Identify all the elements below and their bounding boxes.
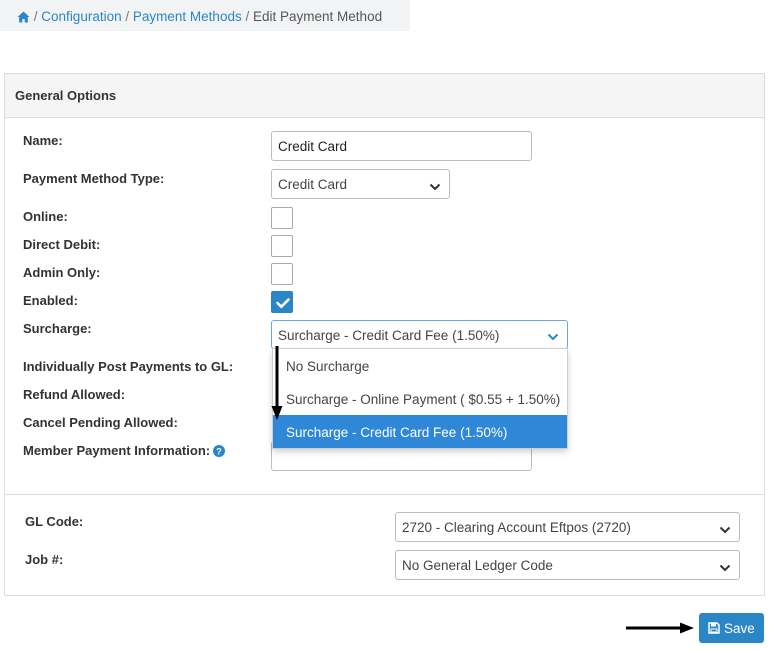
surcharge-dropdown-list: No Surcharge Surcharge - Online Payment … (272, 348, 568, 449)
direct-debit-checkbox[interactable] (271, 235, 293, 257)
chevron-down-icon (719, 522, 731, 537)
save-button-label: Save (724, 621, 755, 636)
surcharge-select[interactable]: Surcharge - Credit Card Fee (1.50%) (271, 320, 568, 349)
online-label: Online: (23, 209, 68, 224)
home-icon[interactable] (17, 11, 30, 26)
section-divider (4, 494, 765, 495)
annotation-arrow-down-icon (271, 346, 283, 420)
job-label: Job #: (25, 552, 64, 567)
checkmark-icon (276, 298, 290, 309)
post-to-gl-label: Individually Post Payments to GL: (23, 359, 234, 374)
enabled-checkbox[interactable] (271, 291, 293, 313)
payment-method-type-value: Credit Card (278, 177, 348, 192)
name-input[interactable]: Credit Card (271, 131, 532, 161)
name-label: Name: (23, 133, 63, 148)
enabled-label: Enabled: (23, 293, 78, 308)
gl-code-value: 2720 - Clearing Account Eftpos (2720) (402, 520, 631, 535)
breadcrumb-separator: / (33, 9, 38, 24)
payment-method-type-label: Payment Method Type: (23, 171, 165, 186)
admin-only-checkbox[interactable] (271, 263, 293, 285)
panel-title: General Options (5, 74, 764, 118)
chevron-down-icon (547, 329, 559, 344)
surcharge-option-none[interactable]: No Surcharge (273, 349, 567, 382)
surcharge-option-credit-card-fee[interactable]: Surcharge - Credit Card Fee (1.50%) (273, 415, 567, 448)
job-select[interactable]: No General Ledger Code (395, 550, 740, 580)
surcharge-option-online-payment[interactable]: Surcharge - Online Payment ( $0.55 + 1.5… (273, 382, 567, 415)
direct-debit-label: Direct Debit: (23, 237, 101, 252)
chevron-down-icon (429, 179, 441, 194)
breadcrumb: / Configuration / Payment Methods / Edit… (0, 0, 410, 31)
job-value: No General Ledger Code (402, 558, 553, 573)
floppy-disk-icon (708, 622, 720, 637)
breadcrumb-configuration-link[interactable]: Configuration (41, 9, 121, 24)
online-checkbox[interactable] (271, 207, 293, 229)
save-button[interactable]: Save (699, 613, 764, 643)
help-icon[interactable]: ? (213, 445, 226, 460)
chevron-down-icon (719, 560, 731, 575)
member-payment-info-label: Member Payment Information:? (23, 443, 226, 460)
cancel-pending-label: Cancel Pending Allowed: (23, 415, 178, 430)
refund-allowed-label: Refund Allowed: (23, 387, 126, 402)
gl-code-label: GL Code: (25, 514, 84, 529)
admin-only-label: Admin Only: (23, 265, 101, 280)
member-payment-info-label-text: Member Payment Information: (23, 443, 211, 458)
breadcrumb-current-page: Edit Payment Method (253, 9, 383, 24)
surcharge-value: Surcharge - Credit Card Fee (1.50%) (278, 328, 500, 343)
breadcrumb-separator: / (245, 9, 250, 24)
annotation-arrow-right-icon (626, 622, 694, 634)
breadcrumb-separator: / (125, 9, 130, 24)
payment-method-type-select[interactable]: Credit Card (271, 169, 450, 199)
breadcrumb-payment-methods-link[interactable]: Payment Methods (133, 9, 242, 24)
svg-text:?: ? (216, 447, 222, 457)
surcharge-label: Surcharge: (23, 321, 92, 336)
gl-code-select[interactable]: 2720 - Clearing Account Eftpos (2720) (395, 512, 740, 542)
